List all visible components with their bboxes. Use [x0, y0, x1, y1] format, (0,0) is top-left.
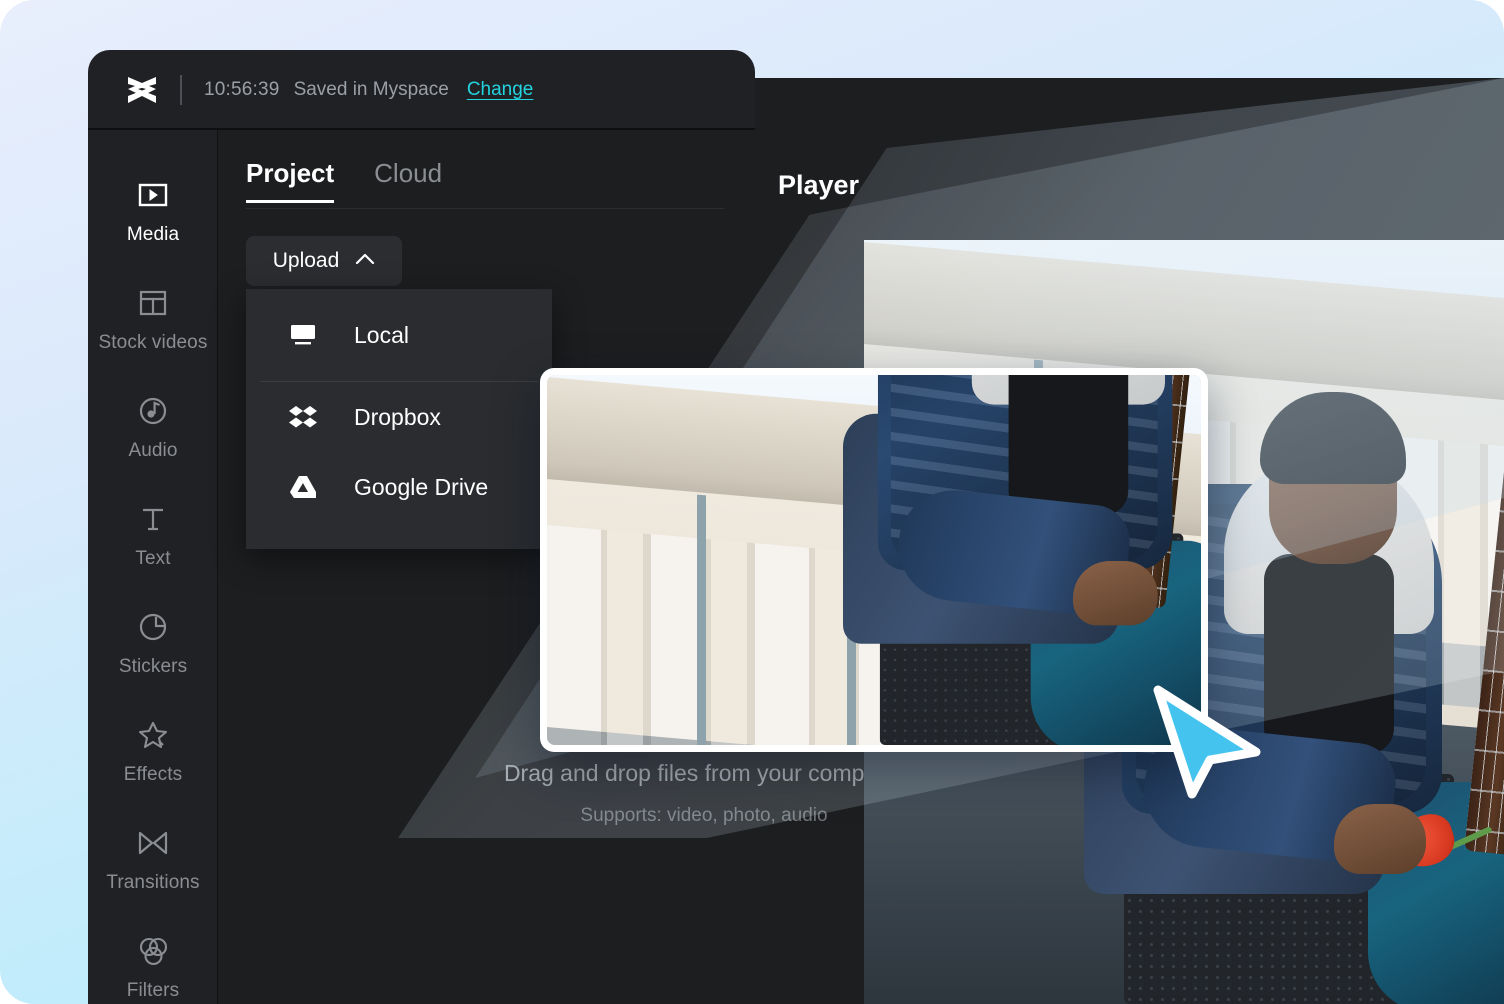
menu-item-local[interactable]: Local — [246, 289, 552, 381]
filters-icon — [136, 934, 170, 968]
dropzone-subtitle: Supports: video, photo, audio — [580, 804, 828, 826]
preview-shirt — [1264, 554, 1394, 754]
menu-item-dropbox[interactable]: Dropbox — [246, 382, 552, 452]
tab-project[interactable]: Project — [246, 158, 335, 203]
upload-button-label: Upload — [272, 249, 340, 272]
monitor-icon — [286, 318, 320, 352]
capcut-logo-icon[interactable] — [120, 70, 164, 110]
audio-icon — [136, 394, 170, 428]
sidebar-item-label: Transitions — [106, 872, 200, 893]
sidebar-item-label: Audio — [128, 440, 178, 461]
sidebar-item-audio[interactable]: Audio — [88, 374, 218, 482]
sidebar-item-label: Text — [135, 548, 171, 569]
transitions-icon — [136, 826, 170, 860]
sidebar-item-label: Stock videos — [98, 332, 208, 353]
change-save-location-link[interactable]: Change — [467, 79, 534, 101]
stickers-icon — [136, 610, 170, 644]
thumbnail-image — [547, 375, 1201, 745]
media-icon — [136, 178, 170, 212]
header-saved-status: Saved in Myspace — [293, 79, 449, 100]
effects-icon — [136, 718, 170, 752]
player-title: Player — [778, 170, 860, 200]
sidebar-item-label: Effects — [123, 764, 183, 785]
stock-videos-icon — [136, 286, 170, 320]
menu-item-label: Dropbox — [354, 403, 441, 430]
menu-item-label: Local — [354, 321, 409, 348]
sidebar-item-label: Media — [126, 224, 180, 245]
sidebar-item-label: Stickers — [118, 656, 188, 677]
header-bottom-rule — [88, 128, 755, 130]
upload-source-menu: Local Dropbox Google Drive — [246, 289, 552, 549]
header-time: 10:56:39 — [204, 79, 280, 100]
tabs-rule — [246, 208, 724, 209]
menu-item-label: Google Drive — [354, 473, 489, 500]
sidebar: Media Stock videos Audio Text Stickers E… — [88, 130, 218, 1004]
sidebar-item-stock-videos[interactable]: Stock videos — [88, 266, 218, 374]
pointer-cursor-icon — [1152, 682, 1262, 807]
preview-guitar-neck — [1464, 432, 1504, 856]
preview-durag — [1260, 392, 1406, 484]
app-header: 10:56:39 Saved in Myspace Change — [88, 50, 755, 130]
dropzone-title: Drag and drop files from your computer — [503, 759, 905, 786]
upload-button[interactable]: Upload — [246, 236, 402, 286]
text-icon — [136, 502, 170, 536]
dropbox-icon — [286, 400, 320, 434]
menu-item-google-drive[interactable]: Google Drive — [246, 452, 552, 522]
header-divider — [180, 75, 182, 105]
chevron-up-icon — [355, 252, 375, 270]
dragged-media-thumbnail[interactable] — [540, 368, 1208, 752]
sidebar-item-label: Filters — [126, 980, 180, 1001]
preview-hand — [1334, 804, 1426, 874]
google-drive-icon — [286, 470, 320, 504]
sidebar-item-media[interactable]: Media — [88, 158, 218, 266]
sidebar-item-stickers[interactable]: Stickers — [88, 590, 218, 698]
sidebar-item-effects[interactable]: Effects — [88, 698, 218, 806]
sidebar-item-text[interactable]: Text — [88, 482, 218, 590]
media-tabs: Project Cloud — [246, 158, 442, 203]
sidebar-item-transitions[interactable]: Transitions — [88, 806, 218, 914]
tab-cloud[interactable]: Cloud — [374, 158, 442, 203]
sidebar-item-filters[interactable]: Filters — [88, 914, 218, 1004]
screenshot-root: 10:56:39 Saved in Myspace Change Media S… — [0, 0, 1504, 1004]
